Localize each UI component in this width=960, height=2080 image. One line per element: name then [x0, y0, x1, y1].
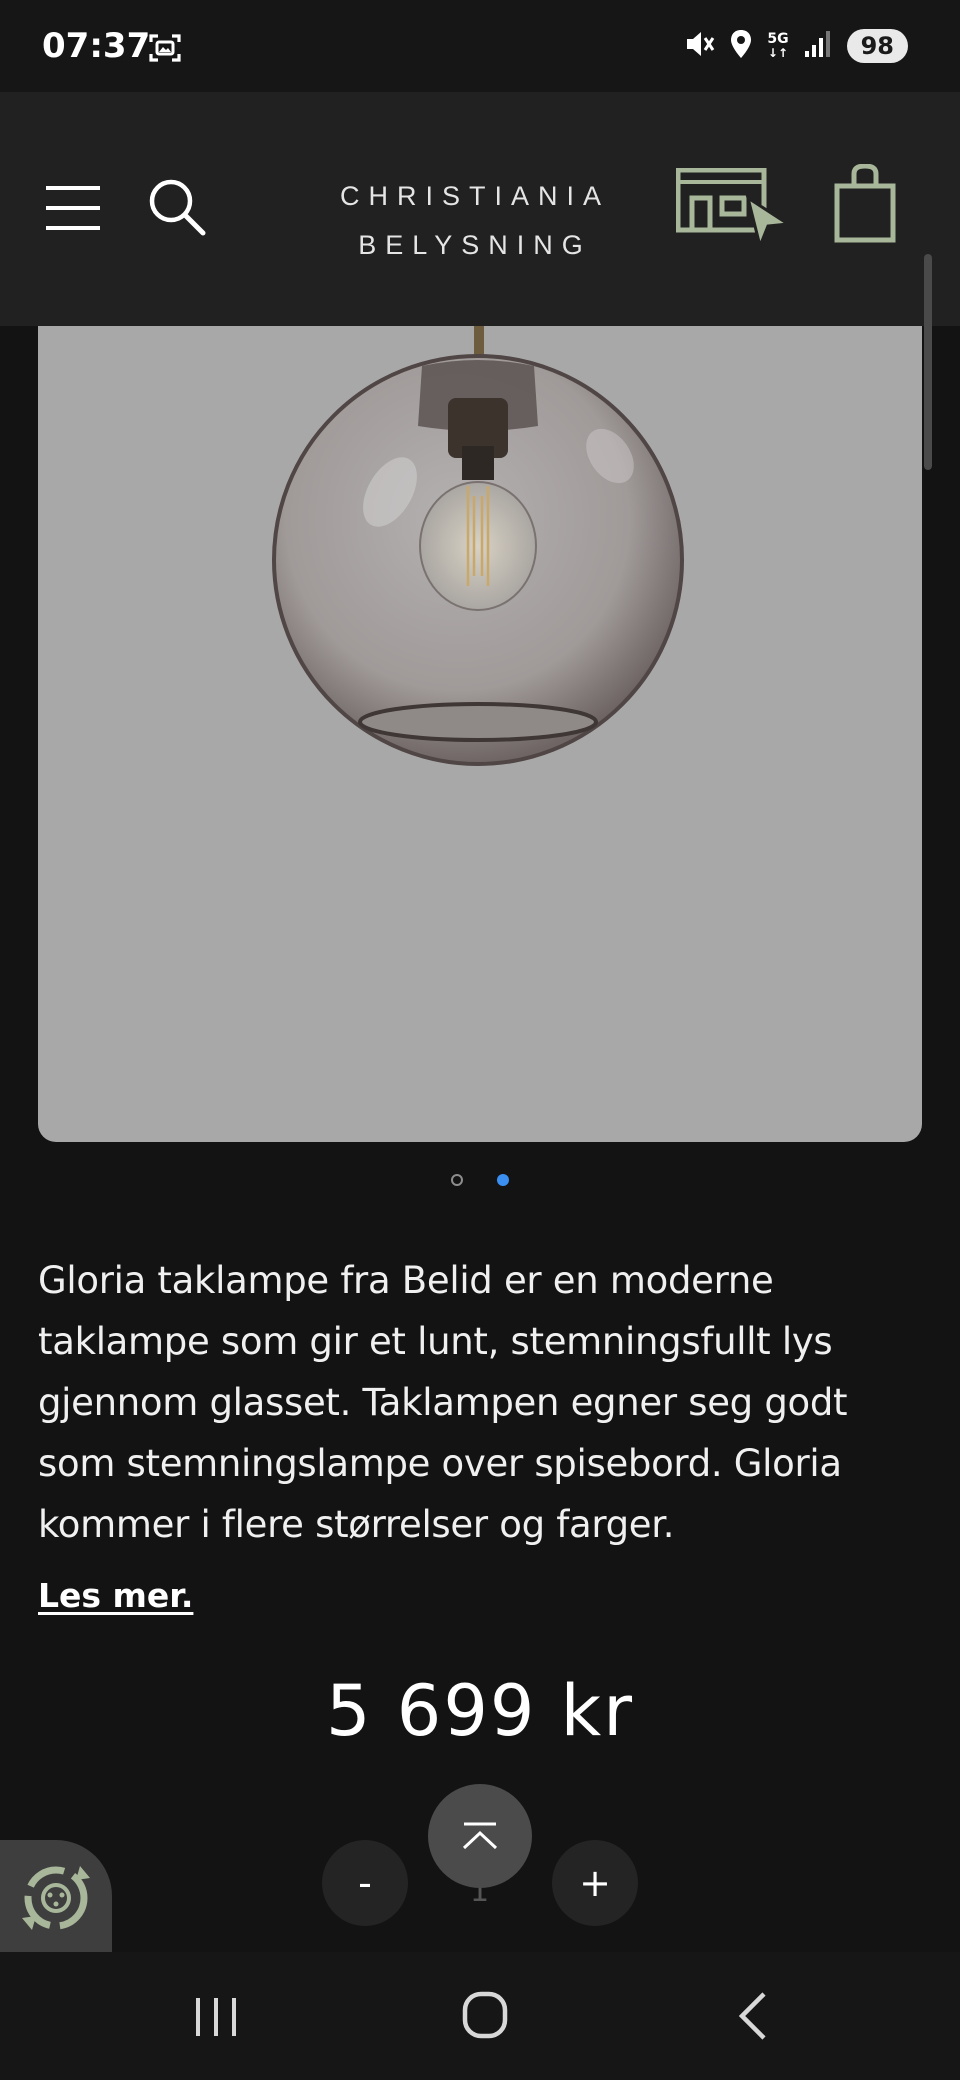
system-navigation-bar [0, 1952, 960, 2080]
menu-icon [46, 186, 100, 230]
battery-indicator: 98 [846, 29, 908, 63]
back-icon [738, 1992, 766, 2040]
chat-widget-button[interactable] [0, 1840, 112, 1952]
cart-button[interactable] [834, 163, 896, 244]
logo-line-2: BELYSNING [358, 230, 592, 260]
network-label: 5G [767, 31, 789, 47]
status-time: 07:37 [42, 26, 151, 66]
product-price: 5 699 kr [326, 1670, 634, 1752]
recent-apps-icon [196, 1998, 236, 2036]
mute-icon [683, 28, 715, 64]
read-more-link[interactable]: Les mer. [38, 1576, 193, 1615]
back-button[interactable] [718, 1988, 788, 2044]
quantity-decrease-button[interactable]: - [322, 1840, 408, 1926]
store-finder-button[interactable] [675, 167, 793, 251]
product-description: Gloria taklampe fra Belid er en moderne … [38, 1259, 848, 1546]
quantity-increase-button[interactable]: + [552, 1840, 638, 1926]
chevron-up-icon [462, 1822, 498, 1850]
signal-icon [803, 29, 833, 63]
site-header: CHRISTIANIA BELYSNING [0, 92, 960, 326]
home-button[interactable] [450, 1988, 520, 2044]
carousel-dots [0, 1174, 960, 1186]
search-icon [149, 179, 206, 236]
product-image[interactable] [38, 326, 922, 1142]
carousel-dot-2[interactable] [497, 1174, 509, 1186]
chat-widget-icon [22, 1866, 90, 1930]
shopping-bag-icon [834, 163, 896, 243]
scrollbar[interactable] [924, 254, 932, 470]
store-icon [675, 167, 793, 251]
site-logo[interactable]: CHRISTIANIA BELYSNING [330, 172, 620, 270]
home-icon [462, 1991, 508, 2039]
recent-apps-button[interactable] [182, 1988, 252, 2044]
scroll-to-top-button[interactable] [428, 1784, 532, 1888]
pendant-lamp-image [272, 326, 684, 766]
status-bar: 07:37 5G ↓↑ 98 [0, 0, 960, 92]
logo-line-1: CHRISTIANIA [339, 181, 611, 211]
menu-button[interactable] [44, 182, 102, 234]
screenshot-icon [148, 32, 182, 68]
carousel-dot-1[interactable] [451, 1174, 463, 1186]
location-icon [729, 28, 753, 64]
network-indicator: 5G ↓↑ [767, 31, 789, 60]
search-button[interactable] [146, 176, 208, 238]
